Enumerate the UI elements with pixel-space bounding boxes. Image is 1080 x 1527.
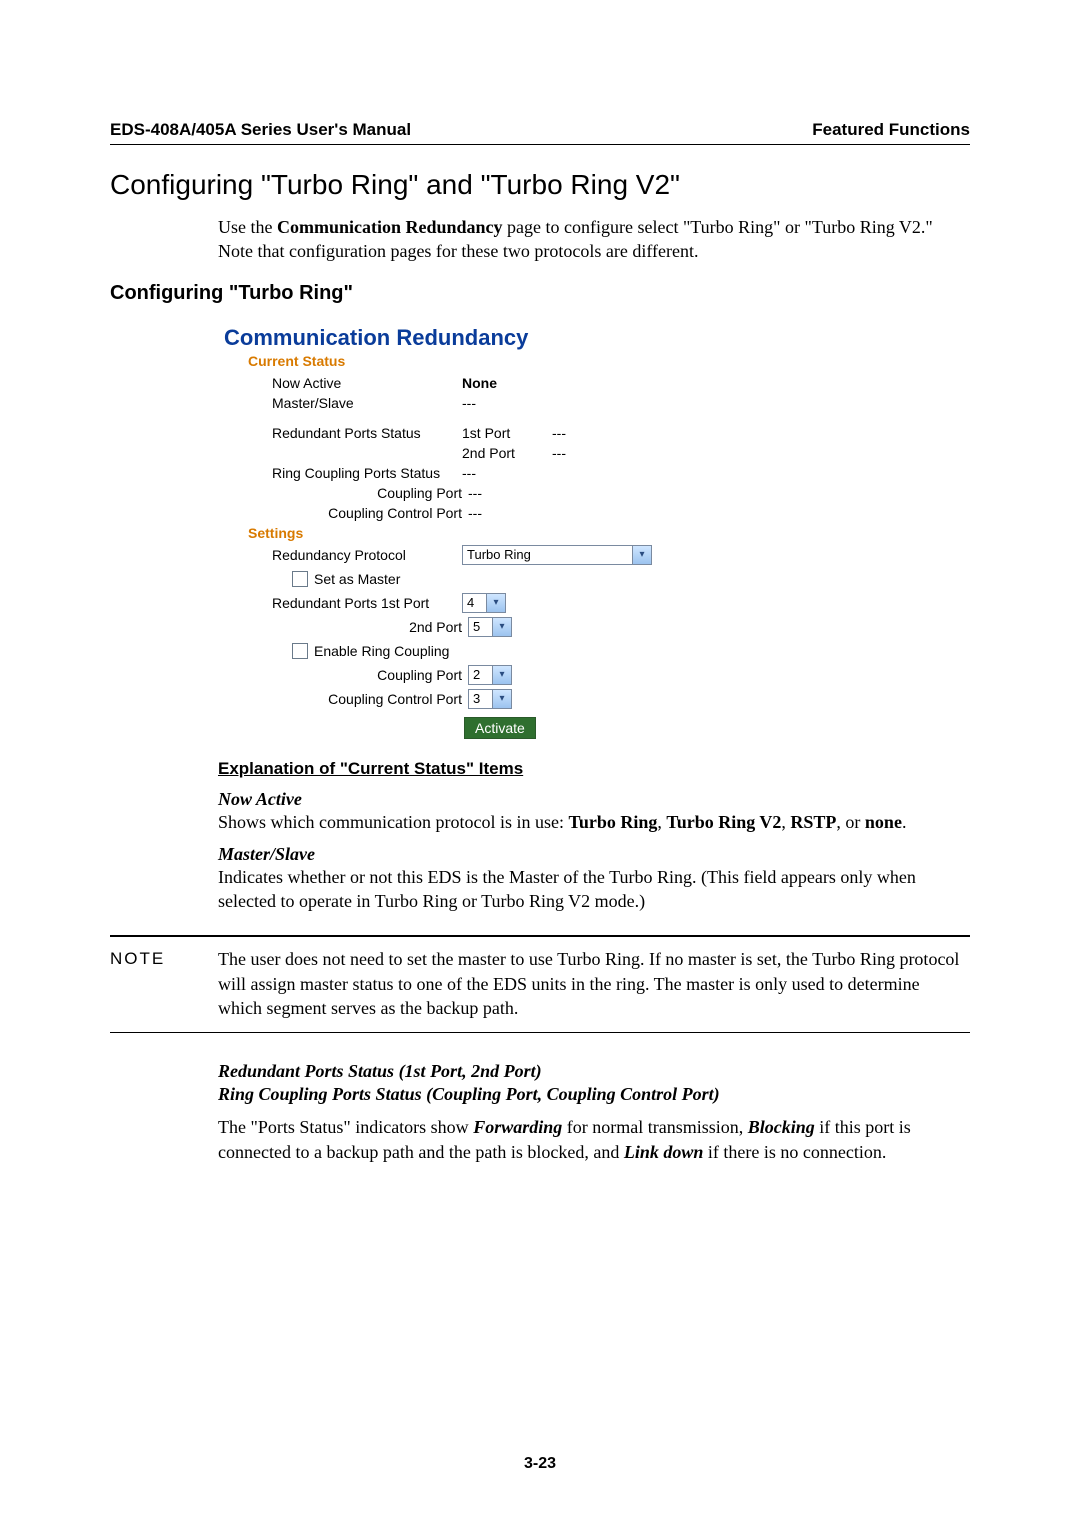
page-title: Configuring "Turbo Ring" and "Turbo Ring… [110, 169, 970, 201]
chevron-down-icon: ▾ [492, 690, 511, 708]
master-slave-heading: Master/Slave [218, 844, 970, 865]
master-slave-value: --- [462, 393, 476, 413]
port1-value: --- [552, 423, 566, 443]
subheading: Configuring "Turbo Ring" [110, 282, 970, 305]
redundant-port-2-select[interactable]: 5 ▾ [468, 617, 512, 637]
page-number: 3-23 [0, 1455, 1080, 1473]
now-active-value: None [462, 373, 497, 393]
redundant-ports-2nd-label: 2nd Port [272, 617, 468, 637]
settings-title: Settings [248, 525, 824, 541]
coupling-control-port-select[interactable]: 3 ▾ [468, 689, 512, 709]
set-as-master-label: Set as Master [314, 569, 400, 589]
page-header: EDS-408A/405A Series User's Manual Featu… [110, 120, 970, 145]
current-status-title: Current Status [248, 353, 824, 369]
explanation-heading: Explanation of "Current Status" Items [218, 759, 970, 779]
coupling-control-port-set-value: 3 [473, 689, 480, 709]
now-active-label: Now Active [272, 373, 462, 393]
coupling-control-port-label: Coupling Control Port [272, 503, 468, 523]
redundant-port-1-select[interactable]: 4 ▾ [462, 593, 506, 613]
intro-text: Use the Communication Redundancy page to… [218, 215, 960, 264]
master-slave-text: Indicates whether or not this EDS is the… [218, 865, 960, 914]
rcps-heading: Ring Coupling Ports Status (Coupling Por… [218, 1084, 970, 1105]
coupling-port-set-value: 2 [473, 665, 480, 685]
coupling-control-port-value: --- [468, 503, 482, 523]
master-slave-label: Master/Slave [272, 393, 462, 413]
port2-value: --- [552, 443, 566, 463]
activate-button[interactable]: Activate [464, 717, 536, 739]
coupling-port-set-label: Coupling Port [272, 665, 468, 685]
rps-heading: Redundant Ports Status (1st Port, 2nd Po… [218, 1061, 970, 1082]
chevron-down-icon: ▾ [632, 546, 651, 564]
redundant-port-2-value: 5 [473, 617, 480, 637]
redundancy-protocol-value: Turbo Ring [467, 545, 531, 565]
header-right: Featured Functions [812, 120, 970, 140]
set-as-master-checkbox[interactable] [292, 571, 308, 587]
now-active-heading: Now Active [218, 789, 970, 810]
ring-coupling-ports-status-label: Ring Coupling Ports Status [272, 463, 462, 483]
ring-coupling-ports-status-value: --- [462, 463, 476, 483]
chevron-down-icon: ▾ [486, 594, 505, 612]
coupling-control-port-set-label: Coupling Control Port [272, 689, 468, 709]
port2-label: 2nd Port [462, 443, 552, 463]
config-screenshot: Communication Redundancy Current Status … [218, 315, 830, 749]
redundancy-protocol-label: Redundancy Protocol [272, 545, 462, 565]
chevron-down-icon: ▾ [492, 618, 511, 636]
redundant-port-1-value: 4 [467, 593, 474, 613]
chevron-down-icon: ▾ [492, 666, 511, 684]
port1-label: 1st Port [462, 423, 552, 443]
note-label: NOTE [110, 947, 218, 1020]
ui-title: Communication Redundancy [224, 325, 824, 351]
note-body: The user does not need to set the master… [218, 947, 970, 1020]
redundant-ports-1st-label: Redundant Ports 1st Port [272, 593, 462, 613]
enable-ring-coupling-label: Enable Ring Coupling [314, 641, 449, 661]
ports-status-text: The "Ports Status" indicators show Forwa… [218, 1115, 960, 1164]
redundant-ports-status-label: Redundant Ports Status [272, 423, 462, 443]
now-active-text: Shows which communication protocol is in… [218, 810, 960, 834]
enable-ring-coupling-checkbox[interactable] [292, 643, 308, 659]
coupling-port-label: Coupling Port [272, 483, 468, 503]
coupling-port-value: --- [468, 483, 482, 503]
note-block: NOTE The user does not need to set the m… [110, 935, 970, 1033]
redundancy-protocol-select[interactable]: Turbo Ring ▾ [462, 545, 652, 565]
header-left: EDS-408A/405A Series User's Manual [110, 120, 411, 140]
coupling-port-select[interactable]: 2 ▾ [468, 665, 512, 685]
